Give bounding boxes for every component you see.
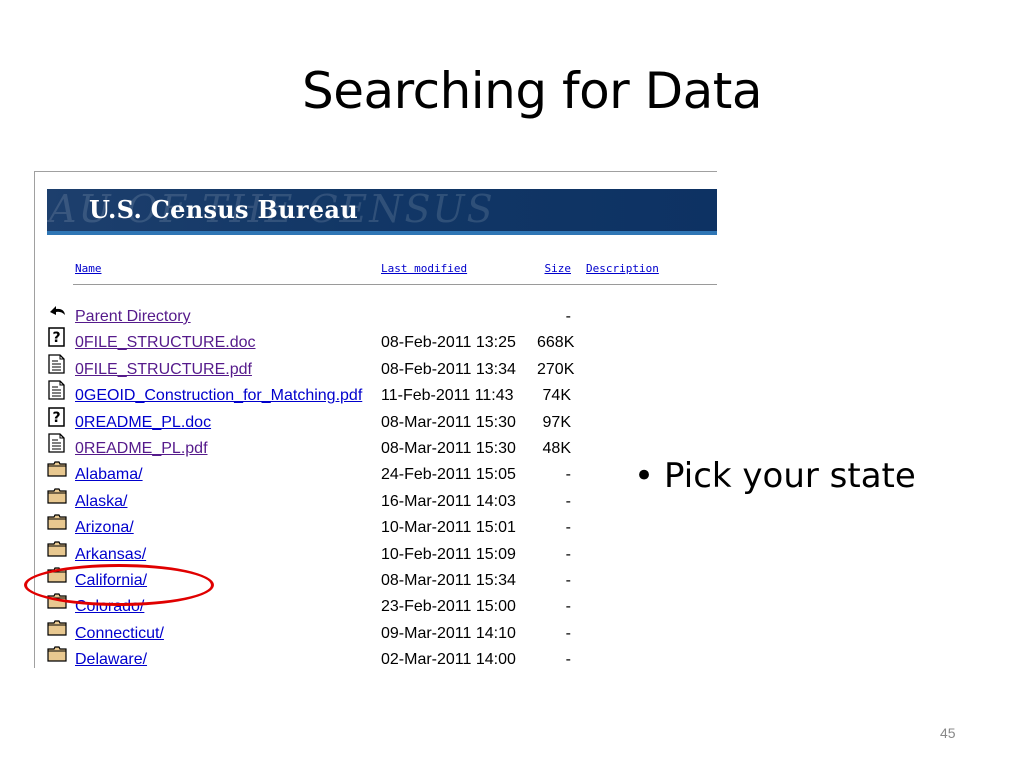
size-cell: -: [565, 519, 571, 537]
folder-icon: [47, 538, 67, 560]
file-link[interactable]: Alabama/: [75, 466, 143, 483]
folder-icon: [47, 511, 67, 533]
bullet-point: • Pick your state: [634, 456, 916, 496]
column-last-modified-link[interactable]: Last modified: [381, 262, 467, 275]
size-cell: -: [565, 308, 571, 325]
text-file-icon: [47, 379, 67, 401]
last-modified-cell: 08-Mar-2011 15:34: [381, 571, 516, 589]
last-modified-cell: 08-Feb-2011 13:25: [381, 334, 516, 352]
size-cell: 270K: [537, 360, 575, 378]
column-name-link[interactable]: Name: [75, 262, 102, 275]
highlight-circle: [24, 564, 214, 606]
census-banner: AU OF THE CENSUS U.S. Census Bureau: [47, 189, 717, 235]
directory-listing: Parent Directory -? 0FILE_STRUCTURE.doc 08-…: [35, 306, 717, 668]
last-modified-cell: 24-Feb-2011 15:05: [381, 466, 516, 484]
directory-header: Name Last modified Size Description: [35, 253, 717, 283]
last-modified-cell: 02-Mar-2011 14:00: [381, 651, 516, 668]
bullet-text: Pick your state: [664, 456, 916, 496]
size-cell: -: [565, 492, 571, 510]
folder-icon: [47, 643, 67, 665]
file-link[interactable]: 0FILE_STRUCTURE.doc: [75, 334, 256, 351]
size-cell: 668K: [537, 334, 575, 352]
last-modified-cell: 11-Feb-2011 11:43: [381, 387, 514, 405]
file-link[interactable]: Connecticut/: [75, 625, 164, 642]
last-modified-cell: 09-Mar-2011 14:10: [381, 624, 516, 642]
bullet-dot-icon: •: [634, 456, 655, 496]
last-modified-cell: 10-Feb-2011 15:09: [381, 545, 516, 563]
size-cell: 48K: [542, 439, 571, 457]
directory-row: 0FILE_STRUCTURE.pdf 08-Feb-2011 13:34 270K: [35, 354, 717, 387]
directory-row: Connecticut/09-Mar-2011 14:10 -: [35, 620, 717, 651]
directory-row: Arizona/10-Mar-2011 15:01 -: [35, 514, 717, 545]
column-size-link[interactable]: Size: [545, 262, 572, 275]
folder-icon: [47, 617, 67, 639]
last-modified-cell: 10-Mar-2011 15:01: [381, 519, 516, 537]
size-cell: -: [565, 466, 571, 484]
size-cell: -: [565, 598, 571, 616]
directory-row: ? 0README_PL.doc 08-Mar-2011 15:30 97K: [35, 406, 717, 440]
file-link[interactable]: 0README_PL.doc: [75, 414, 211, 431]
file-link[interactable]: Parent Directory: [75, 308, 191, 325]
file-link[interactable]: 0GEOID_Construction_for_Matching.pdf: [75, 387, 362, 404]
svg-text:?: ?: [52, 410, 60, 426]
last-modified-cell: 16-Mar-2011 14:03: [381, 492, 516, 510]
file-link[interactable]: Arizona/: [75, 519, 134, 536]
svg-text:?: ?: [52, 330, 60, 346]
last-modified-cell: 23-Feb-2011 15:00: [381, 598, 516, 616]
file-link[interactable]: Arkansas/: [75, 546, 146, 563]
directory-row: Alabama/24-Feb-2011 15:05 -: [35, 461, 717, 492]
file-link[interactable]: Delaware/: [75, 651, 147, 668]
back-arrow-icon: [47, 300, 67, 322]
directory-row: ? 0FILE_STRUCTURE.doc 08-Feb-2011 13:25 668…: [35, 327, 717, 360]
text-file-icon: [47, 353, 67, 375]
folder-icon: [47, 458, 67, 480]
last-modified-cell: 08-Mar-2011 15:30: [381, 413, 516, 431]
file-link[interactable]: Alaska/: [75, 493, 127, 510]
unknown-file-icon: ?: [47, 406, 67, 428]
header-divider: [73, 284, 717, 285]
directory-row: 0GEOID_Construction_for_Matching.pdf 11-F…: [35, 380, 717, 413]
directory-row: Delaware/02-Mar-2011 14:00 -: [35, 646, 717, 668]
last-modified-cell: 08-Feb-2011 13:34: [381, 360, 516, 378]
size-cell: -: [565, 571, 571, 589]
size-cell: 74K: [542, 387, 571, 405]
directory-row: Alaska/16-Mar-2011 14:03 -: [35, 488, 717, 519]
size-cell: -: [565, 624, 571, 642]
column-headers: Name Last modified Size Description: [35, 253, 717, 283]
column-description-link[interactable]: Description: [586, 262, 659, 275]
file-link[interactable]: 0README_PL.pdf: [75, 440, 208, 457]
folder-icon: [47, 485, 67, 507]
file-link[interactable]: 0FILE_STRUCTURE.pdf: [75, 361, 252, 378]
size-cell: 97K: [542, 413, 571, 431]
directory-row: 0README_PL.pdf 08-Mar-2011 15:30 48K: [35, 433, 717, 466]
size-cell: -: [565, 545, 571, 563]
slide-title: Searching for Data: [301, 62, 763, 120]
unknown-file-icon: ?: [47, 326, 67, 348]
directory-row: Parent Directory -: [35, 306, 717, 334]
page-number: 45: [940, 725, 956, 741]
size-cell: -: [565, 651, 571, 668]
last-modified-cell: 08-Mar-2011 15:30: [381, 439, 516, 457]
text-file-icon: [47, 432, 67, 454]
banner-title[interactable]: U.S. Census Bureau: [89, 195, 358, 224]
